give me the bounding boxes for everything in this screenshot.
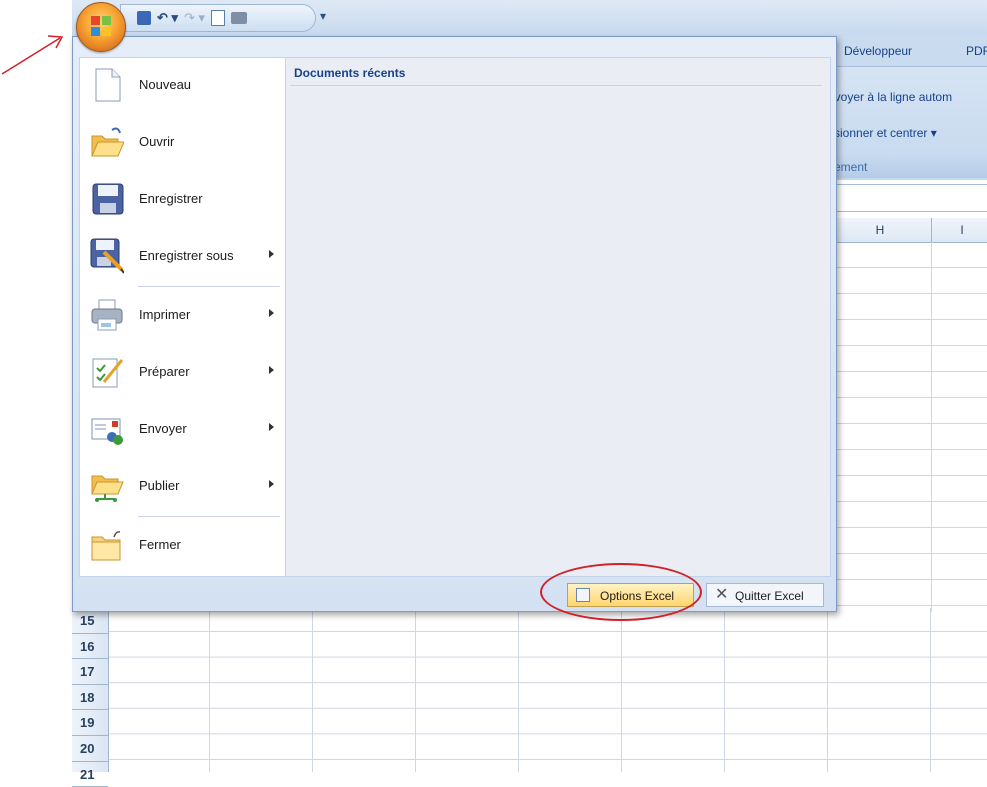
save-icon[interactable] [137,11,151,25]
submenu-arrow-icon [269,250,274,258]
send-mail-icon [90,411,124,447]
ribbon-tab-row: Développeur PDF [820,36,987,67]
menu-item-label: Enregistrer [139,191,203,206]
menu-item-label: Publier [139,478,180,493]
menu-item-label: Imprimer [139,307,191,322]
office-logo-icon [91,16,111,36]
menu-item-imprimer[interactable]: Imprimer [80,288,286,342]
new-document-icon [90,67,124,103]
menu-item-preparer[interactable]: Préparer [80,345,286,399]
menu-item-envoyer[interactable]: Envoyer [80,402,286,456]
save-disk-icon [90,181,124,217]
row-number[interactable]: 17 [72,659,108,685]
menu-item-fermer[interactable]: Fermer [80,518,286,572]
office-menu: Nouveau Ouvrir Enregistrer Enregistrer s… [72,36,837,612]
row-number[interactable]: 20 [72,736,108,762]
menu-item-label: Fermer [139,537,181,552]
publish-icon [90,468,124,504]
row-number[interactable]: 18 [72,685,108,711]
recent-documents-title: Documents récents [294,66,406,80]
alignment-group-label: ement [820,156,987,178]
column-header-i[interactable]: I [931,218,987,242]
menu-item-label: Enregistrer sous [139,248,234,263]
menu-separator [138,516,280,517]
submenu-arrow-icon [269,309,274,317]
quit-excel-button[interactable]: ✕ Quitter Excel [706,583,824,607]
office-button[interactable] [76,2,126,52]
menu-item-publier[interactable]: Publier [80,459,286,513]
menu-item-nouveau[interactable]: Nouveau [80,58,286,112]
office-menu-footer: Options Excel ✕ Quitter Excel [73,575,836,611]
printer-icon [90,297,124,333]
menu-item-enregistrer[interactable]: Enregistrer [80,172,286,226]
menu-item-enregistrer-sous[interactable]: Enregistrer sous [80,229,286,283]
row-number[interactable]: 16 [72,634,108,660]
annotation-arrow-icon [1,35,64,75]
office-menu-commands: Nouveau Ouvrir Enregistrer Enregistrer s… [79,57,286,577]
redo-icon[interactable]: ↷ ▾ [184,11,205,25]
worksheet-grid[interactable] [108,608,987,772]
quick-print-icon[interactable] [231,12,248,24]
close-icon: ✕ [715,586,729,603]
submenu-arrow-icon [269,366,274,374]
submenu-arrow-icon [269,423,274,431]
merge-center-button[interactable]: sionner et centrer ▾ [834,126,937,140]
menu-item-label: Préparer [139,364,190,379]
open-folder-icon [90,124,125,160]
undo-icon[interactable]: ↶ ▾ [157,11,178,25]
tab-developpeur[interactable]: Développeur [844,44,912,58]
tab-pdf[interactable]: PDF [966,44,987,58]
save-as-icon [90,238,125,274]
menu-item-label: Nouveau [139,77,192,92]
wrap-text-button[interactable]: nvoyer à la ligne autom [828,90,952,104]
menu-separator [138,286,280,287]
row-number[interactable]: 21 [72,762,108,787]
ribbon: Développeur PDF nvoyer à la ligne autom … [820,36,987,180]
recent-documents-separator [290,85,822,86]
column-header-h[interactable]: H [828,218,931,242]
row-number[interactable]: 19 [72,710,108,736]
customize-toolbar-icon[interactable]: ▾ [320,9,326,23]
recent-documents-panel: Documents récents [285,57,831,577]
formula-bar[interactable] [820,184,987,212]
menu-item-label: Ouvrir [139,134,175,149]
print-preview-icon[interactable] [211,10,226,26]
worksheet-grid[interactable] [828,242,987,612]
menu-item-ouvrir[interactable]: Ouvrir [80,115,286,169]
column-headers: H I [820,218,987,243]
annotation-highlight-ellipse [540,563,702,621]
row-headers: 15 16 17 18 19 20 21 [72,608,109,787]
prepare-icon [90,354,124,390]
close-folder-icon [90,527,124,563]
menu-item-label: Envoyer [139,421,187,436]
submenu-arrow-icon [269,480,274,488]
quick-access-toolbar: ↶ ▾ ↷ ▾ [120,4,316,32]
quit-excel-label: Quitter Excel [735,589,804,603]
